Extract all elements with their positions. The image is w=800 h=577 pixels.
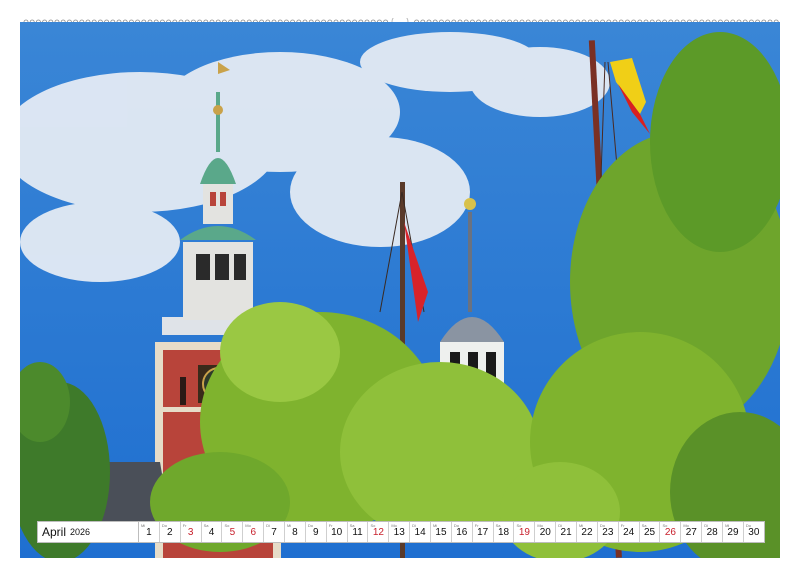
day-cell: Mo 13 [389, 522, 411, 542]
day-cell: Do 9 [306, 522, 327, 542]
day-number: 2 [167, 527, 173, 538]
day-number: 3 [187, 527, 194, 538]
day-cell: Fr 17 [473, 522, 494, 542]
day-cell: So 12 [368, 522, 390, 542]
day-number: 8 [292, 527, 298, 538]
calendar-photo [20, 22, 780, 558]
day-number: 4 [208, 527, 215, 538]
day-number: 24 [623, 527, 635, 538]
year: 2026 [70, 527, 91, 537]
day-number: 29 [727, 527, 739, 538]
day-number: 7 [271, 527, 277, 538]
day-cell: Fr 3 [181, 522, 202, 542]
day-number: 27 [685, 527, 697, 538]
day-number: 10 [331, 527, 343, 538]
day-cell: Mo 6 [243, 522, 265, 542]
day-cell: Mi 8 [285, 522, 306, 542]
day-cell: Fr 24 [619, 522, 640, 542]
day-number: 15 [435, 527, 447, 538]
day-cell: Mi 29 [723, 522, 744, 542]
day-cell: Do 2 [160, 522, 181, 542]
day-cell: Di 21 [556, 522, 578, 542]
day-cell: Mi 15 [431, 522, 452, 542]
day-cell: Do 30 [744, 522, 764, 542]
day-cell: Di 28 [702, 522, 724, 542]
day-cell: Do 16 [452, 522, 473, 542]
day-cell: Di 7 [264, 522, 286, 542]
day-cell: Sa 11 [348, 522, 369, 542]
month-name: April [42, 525, 67, 539]
day-number: 6 [250, 527, 256, 538]
day-cell: Sa 4 [202, 522, 223, 542]
month-calendar-strip: April 2026 Mi 1 Do 2 Fr 3 Sa 4 So 5 Mo 6 Di 7 Mi 8 Do 9 Fr… [37, 521, 765, 543]
day-number: 14 [414, 527, 426, 538]
day-number: 28 [706, 527, 718, 538]
day-cell: So 5 [222, 522, 244, 542]
day-cell: So 26 [660, 522, 682, 542]
day-number: 19 [518, 527, 530, 538]
day-number: 20 [539, 527, 551, 538]
day-cells: Mi 1 Do 2 Fr 3 Sa 4 So 5 Mo 6 Di 7 Mi 8 Do 9 Fr 10 Sa 11 So 12 M… [139, 522, 764, 542]
day-number: 13 [393, 527, 405, 538]
day-cell: Mi 1 [139, 522, 160, 542]
day-number: 12 [372, 527, 384, 538]
day-number: 16 [456, 527, 468, 538]
day-number: 25 [643, 527, 656, 538]
day-number: 30 [748, 527, 760, 538]
day-number: 26 [664, 527, 676, 538]
day-cell: Fr 10 [327, 522, 348, 542]
day-cell: Mi 22 [577, 522, 598, 542]
day-number: 9 [313, 527, 319, 538]
month-label: April 2026 [38, 522, 139, 542]
day-cell: Di 14 [410, 522, 432, 542]
day-number: 1 [146, 527, 152, 538]
day-number: 17 [477, 527, 489, 538]
day-cell: Mo 20 [535, 522, 557, 542]
day-number: 11 [352, 527, 363, 538]
day-cell: Mo 27 [681, 522, 703, 542]
day-number: 21 [560, 527, 572, 538]
day-cell: Sa 25 [640, 522, 661, 542]
day-number: 22 [581, 527, 593, 538]
day-number: 18 [497, 527, 510, 538]
day-number: 23 [602, 527, 614, 538]
day-cell: Sa 18 [494, 522, 515, 542]
day-cell: Do 23 [598, 522, 619, 542]
day-cell: So 19 [514, 522, 536, 542]
day-number: 5 [229, 527, 236, 538]
